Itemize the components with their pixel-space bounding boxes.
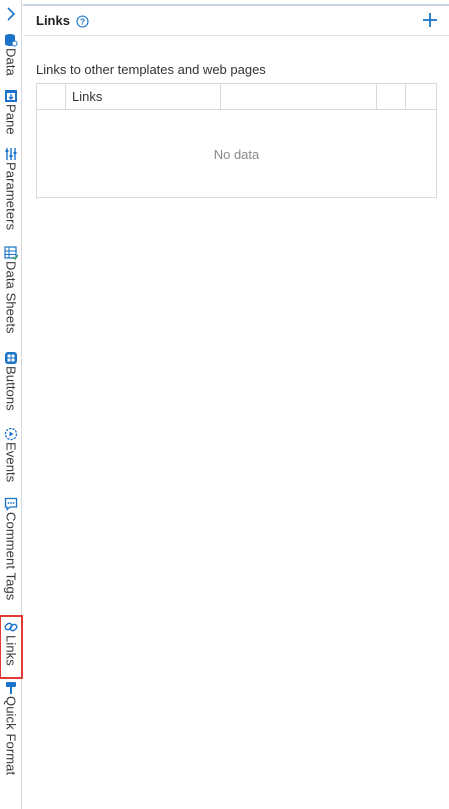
tab-quick-format-label: Quick Format xyxy=(3,696,19,776)
grid-header-col-4[interactable] xyxy=(377,84,406,109)
help-icon[interactable]: ? xyxy=(76,15,89,28)
link-icon xyxy=(4,620,18,634)
tab-comment-tags[interactable]: Comment Tags xyxy=(0,497,22,600)
sliders-icon xyxy=(4,147,18,161)
tab-comment-tags-label: Comment Tags xyxy=(3,512,19,601)
plus-icon xyxy=(423,13,437,27)
grid-header-select[interactable] xyxy=(37,84,66,109)
brush-icon xyxy=(4,681,18,695)
chevron-right-icon xyxy=(7,7,16,21)
expand-rail-button[interactable] xyxy=(3,6,19,22)
pane-icon xyxy=(4,89,18,103)
tab-links[interactable]: Links xyxy=(0,615,23,679)
tab-data-sheets[interactable]: Data Sheets xyxy=(0,246,22,334)
grid-header-col-5[interactable] xyxy=(406,84,436,109)
side-tab-rail: Data Pane Parameters Data Sheets Buttons… xyxy=(0,0,23,809)
tab-buttons[interactable]: Buttons xyxy=(0,351,22,411)
tab-parameters-label: Parameters xyxy=(3,162,19,231)
grid-header-col-3[interactable] xyxy=(221,84,377,109)
keypad-icon xyxy=(4,351,18,365)
links-grid: Links No data xyxy=(36,83,437,198)
tab-data[interactable]: Data xyxy=(0,33,22,76)
tab-data-sheets-label: Data Sheets xyxy=(3,261,19,334)
tab-buttons-label: Buttons xyxy=(3,366,19,411)
grid-header-links[interactable]: Links xyxy=(66,84,221,109)
section-label: Links to other templates and web pages xyxy=(36,62,266,77)
tab-events-label: Events xyxy=(3,442,19,483)
tab-data-label: Data xyxy=(3,48,19,76)
tab-pane[interactable]: Pane xyxy=(0,89,22,135)
links-panel: Links ? Links to other templates and web… xyxy=(23,0,449,809)
play-gear-icon xyxy=(4,427,18,441)
tab-events[interactable]: Events xyxy=(0,427,22,482)
panel-title: Links xyxy=(36,13,70,28)
database-icon xyxy=(4,33,18,47)
grid-empty-message: No data xyxy=(213,146,260,162)
tab-links-label: Links xyxy=(3,635,19,666)
tab-quick-format[interactable]: Quick Format xyxy=(0,681,22,775)
table-icon xyxy=(4,246,18,260)
comment-icon xyxy=(4,497,18,511)
tab-parameters[interactable]: Parameters xyxy=(0,147,22,230)
tab-pane-label: Pane xyxy=(3,104,19,135)
svg-text:?: ? xyxy=(80,17,85,27)
grid-header-row: Links xyxy=(37,84,436,110)
panel-header: Links ? xyxy=(23,4,449,36)
add-link-button[interactable] xyxy=(421,11,439,29)
